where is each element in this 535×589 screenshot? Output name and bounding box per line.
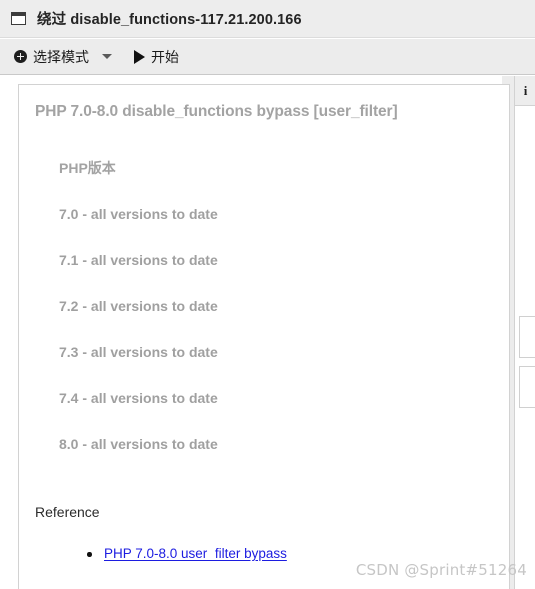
watermark: CSDN @Sprint#51264 <box>355 561 527 579</box>
version-item: 8.0 - all versions to date <box>59 436 218 452</box>
reference-link[interactable]: PHP 7.0-8.0 user_filter bypass <box>104 546 287 561</box>
info-tab[interactable]: i <box>515 76 535 106</box>
chevron-down-icon[interactable] <box>102 54 112 59</box>
start-label: 开始 <box>151 48 179 65</box>
version-item: 7.2 - all versions to date <box>59 298 218 314</box>
app-window: 绕过 disable_functions-117.21.200.166 选择模式… <box>0 0 535 589</box>
version-item: 7.1 - all versions to date <box>59 252 218 268</box>
version-item: 7.4 - all versions to date <box>59 390 218 406</box>
play-icon <box>134 49 145 64</box>
window-icon <box>11 12 26 25</box>
list-item: PHP 7.0-8.0 user_filter bypass <box>19 545 509 562</box>
plus-circle-icon <box>14 50 27 63</box>
document-body: PHP 7.0-8.0 disable_functions bypass [us… <box>19 85 509 589</box>
side-panel: i <box>514 76 535 589</box>
info-icon: i <box>523 82 528 98</box>
php-version-heading: PHP版本 <box>59 160 116 176</box>
content-panel: PHP 7.0-8.0 disable_functions bypass [us… <box>18 84 510 589</box>
side-panel-section[interactable] <box>519 316 535 358</box>
start-button[interactable]: 开始 <box>112 39 179 74</box>
title-bar: 绕过 disable_functions-117.21.200.166 <box>0 0 535 38</box>
window-title: 绕过 disable_functions-117.21.200.166 <box>37 12 302 28</box>
select-mode-button[interactable]: 选择模式 <box>0 39 89 74</box>
page-title: PHP 7.0-8.0 disable_functions bypass [us… <box>35 103 398 120</box>
side-panel-section[interactable] <box>519 366 535 408</box>
version-item: 7.0 - all versions to date <box>59 206 218 222</box>
toolbar: 选择模式 开始 <box>0 39 535 75</box>
version-item: 7.3 - all versions to date <box>59 344 218 360</box>
reference-heading: Reference <box>35 504 100 520</box>
select-mode-label: 选择模式 <box>33 48 89 65</box>
